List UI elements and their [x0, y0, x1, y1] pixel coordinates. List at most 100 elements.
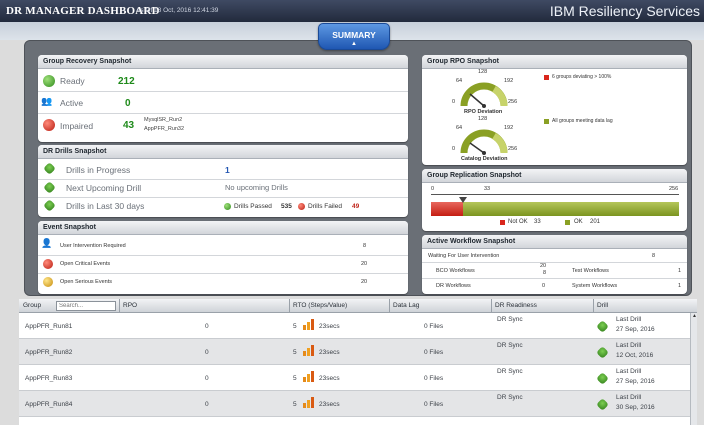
gear-icon — [43, 181, 56, 194]
event-value[interactable]: 20 — [361, 279, 367, 285]
panel-title: Group Replication Snapshot — [422, 169, 687, 183]
waiting-label[interactable]: Waiting For User Intervention — [428, 253, 499, 259]
table-row[interactable]: AppPFR_Run82 0 5 23secs 0 Files DR Sync … — [19, 339, 697, 365]
waiting-value[interactable]: 8 — [652, 253, 655, 259]
rto-steps: 5 — [293, 375, 297, 382]
drills-failed-label: Drills Failed — [308, 203, 342, 210]
table-row[interactable]: AppPFR_Run83 0 5 23secs 0 Files DR Sync … — [19, 365, 697, 391]
bco-value[interactable]: 20 — [540, 263, 546, 269]
panel-title: DR Drills Snapshot — [38, 145, 408, 159]
column-header[interactable]: RPO — [123, 302, 137, 309]
panel-title: Group RPO Snapshot — [422, 55, 687, 69]
summary-tab[interactable]: SUMMARY ▲ — [318, 23, 390, 50]
rpo-deviation-gauge[interactable]: 128 64 192 0 256 RPO Deviation — [448, 69, 520, 117]
bco-label[interactable]: BCO Workflows — [436, 268, 475, 274]
impaired-item[interactable]: AppPFR_Run32 — [144, 126, 184, 133]
column-header[interactable]: Data Lag — [393, 302, 419, 309]
marker-icon — [458, 197, 467, 203]
table-row[interactable]: AppPFR_Run81 0 5 23secs 0 Files DR Sync … — [19, 313, 697, 339]
rpo-value: 0 — [205, 375, 209, 382]
gauge-tick: 192 — [504, 125, 514, 131]
group-name[interactable]: AppPFR_Run81 — [25, 323, 72, 330]
gauge-tick: 256 — [508, 146, 518, 152]
system-value[interactable]: 1 — [678, 283, 681, 289]
drills-passed-value[interactable]: 535 — [281, 203, 292, 210]
not-ok-label: Not OK — [508, 219, 528, 225]
not-ok-bar[interactable] — [431, 202, 463, 216]
dr-value[interactable]: 0 — [542, 283, 545, 289]
test-value[interactable]: 1 — [678, 268, 681, 274]
rto-value: 23secs — [319, 349, 340, 356]
rto-value: 23secs — [319, 401, 340, 408]
gauge-tick: 256 — [508, 99, 518, 105]
group-name[interactable]: AppPFR_Run82 — [25, 349, 72, 356]
dr-readiness: DR Sync — [497, 342, 523, 349]
user-icon: 👤 — [41, 238, 52, 248]
column-header[interactable]: Group — [23, 302, 41, 309]
table-scrollbar[interactable]: ▲ — [690, 313, 697, 425]
ready-count[interactable]: 212 — [118, 76, 135, 87]
rto-value: 23secs — [319, 323, 340, 330]
search-input[interactable] — [56, 301, 116, 311]
event-value[interactable]: 20 — [361, 261, 367, 267]
gear-icon — [596, 398, 609, 411]
brand-name: IBM Resiliency Services — [549, 3, 700, 19]
column-header[interactable]: RTO (Steps/Value) — [293, 302, 347, 309]
event-label[interactable]: User Intervention Required — [60, 243, 126, 249]
drills-failed-value[interactable]: 49 — [352, 203, 359, 210]
next-drill-label: Next Upcoming Drill — [66, 183, 142, 193]
warning-icon — [43, 277, 53, 287]
table-row[interactable]: AppPFR_Run84 0 5 23secs 0 Files DR Sync … — [19, 391, 697, 417]
in-progress-value[interactable]: 1 — [225, 165, 230, 175]
as-of-timestamp: As Of 18 Oct, 2016 12:41:39 — [136, 7, 219, 14]
axis-tick: 33 — [484, 186, 491, 192]
rpo-value: 0 — [205, 401, 209, 408]
gauge-tick: 128 — [478, 69, 488, 75]
event-value[interactable]: 8 — [363, 243, 366, 249]
gear-icon — [43, 162, 56, 175]
data-lag: 0 Files — [424, 401, 444, 408]
not-ok-value: 33 — [534, 219, 541, 225]
legend-swatch-olive — [544, 119, 549, 124]
group-name[interactable]: AppPFR_Run83 — [25, 375, 72, 382]
gauge-tick: 128 — [478, 116, 488, 122]
group-recovery-panel: Group Recovery Snapshot Ready 212 👥 Acti… — [38, 55, 408, 142]
ok-label: OK — [574, 219, 583, 225]
rto-flame-icon — [303, 371, 314, 382]
rto-flame-icon — [303, 345, 314, 356]
impaired-count[interactable]: 43 — [123, 120, 134, 131]
column-header[interactable]: DR Readiness — [495, 302, 537, 309]
scroll-up-icon[interactable]: ▲ — [691, 313, 698, 320]
in-progress-label: Drills in Progress — [66, 165, 131, 175]
drill-date: 30 Sep, 2016 — [616, 404, 655, 411]
impaired-item[interactable]: MysqlSR_Run2 — [144, 117, 182, 124]
active-count[interactable]: 0 — [125, 98, 131, 109]
axis-line — [431, 194, 679, 195]
catalog-deviation-gauge[interactable]: 128 64 192 0 256 Catalog Deviation — [448, 116, 520, 164]
ok-bar[interactable] — [462, 202, 679, 216]
rpo-legend-text: 6 groups deviating > 100% — [552, 74, 612, 80]
event-label[interactable]: Open Serious Events — [60, 279, 112, 285]
drill-label: Last Drill — [616, 316, 642, 323]
check-icon — [43, 75, 55, 87]
ok-value: 201 — [590, 219, 601, 225]
panel-title: Event Snapshot — [38, 221, 408, 235]
test-label[interactable]: Test Workflows — [572, 268, 609, 274]
error-icon — [298, 203, 305, 210]
rto-flame-icon — [303, 397, 314, 408]
summary-dashboard: Group Recovery Snapshot Ready 212 👥 Acti… — [24, 40, 692, 296]
event-label[interactable]: Open Critical Events — [60, 261, 110, 267]
group-table: Group RPO RTO (Steps/Value) Data Lag DR … — [19, 299, 697, 425]
dr-label[interactable]: DR Workflows — [436, 283, 471, 289]
dr-readiness: DR Sync — [497, 316, 523, 323]
gear-icon — [43, 199, 56, 212]
drill-date: 27 Sep, 2016 — [616, 378, 655, 385]
system-label[interactable]: System Workflows — [572, 283, 617, 289]
dashboard-app: DR MANAGER DASHBOARD As Of 18 Oct, 2016 … — [0, 0, 704, 425]
column-header[interactable]: Drill — [597, 302, 608, 309]
catalog-legend-text: All groups meeting data lag — [552, 118, 613, 124]
active-label: Active — [60, 98, 84, 108]
group-name[interactable]: AppPFR_Run84 — [25, 401, 72, 408]
bco-value-secondary[interactable]: 8 — [543, 270, 546, 276]
gear-icon — [596, 372, 609, 385]
